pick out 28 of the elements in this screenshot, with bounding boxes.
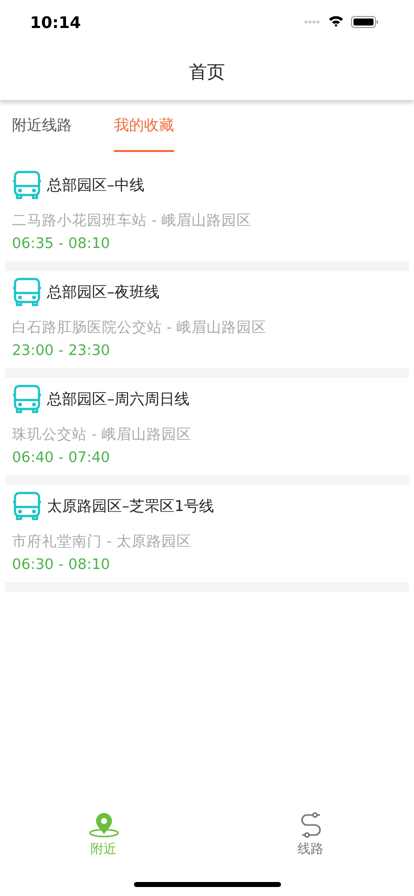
bus-icon: [12, 384, 42, 414]
route-hours: 06:40 - 07:40: [12, 449, 112, 468]
route-hours: 06:35 - 08:10: [12, 235, 112, 254]
status-time: 10:14: [30, 12, 81, 32]
route-hours: 23:00 - 23:30: [12, 342, 112, 361]
route-card[interactable]: 总部园区–周六周日线 珠玑公交站 - 峨眉山路园区 06:40 - 07:40: [5, 378, 409, 485]
route-stops: 二马路小花园班车站 - 峨眉山路园区: [12, 212, 252, 231]
route-name: 总部园区–中线: [47, 176, 144, 194]
wifi-icon: [328, 16, 344, 28]
signal-icon: [304, 20, 321, 24]
route-hours: 06:30 - 08:10: [12, 556, 112, 575]
battery-icon: [351, 16, 378, 28]
route-stops: 珠玑公交站 - 峨眉山路园区: [12, 426, 192, 445]
location-pin-icon: [88, 812, 120, 838]
route-card[interactable]: 总部园区–中线 二马路小花园班车站 - 峨眉山路园区 06:35 - 08:10: [5, 164, 409, 271]
route-card[interactable]: 总部园区–夜班线 白石路肛肠医院公交站 - 峨眉山路园区 23:00 - 23:30: [5, 271, 409, 378]
tab-bar-item[interactable]: 线路: [207, 812, 414, 858]
page-title: 首页: [189, 61, 225, 84]
tab[interactable]: 附近线路: [12, 100, 72, 152]
route-name: 太原路园区–芝罘区1号线: [47, 496, 214, 516]
route-stops: 白石路肛肠医院公交站 - 峨眉山路园区: [12, 318, 268, 338]
route-name: 总部园区–夜班线: [47, 282, 160, 302]
bus-icon: [12, 491, 42, 521]
bus-icon: [12, 277, 42, 307]
bus-icon: [12, 170, 42, 200]
route-card[interactable]: 太原路园区–芝罘区1号线 市府礼堂南门 - 太原路园区 06:30 - 08:10: [5, 485, 409, 592]
route-name: 总部园区–周六周日线: [47, 390, 190, 408]
route-stops: 市府礼堂南门 - 太原路园区: [12, 532, 192, 552]
